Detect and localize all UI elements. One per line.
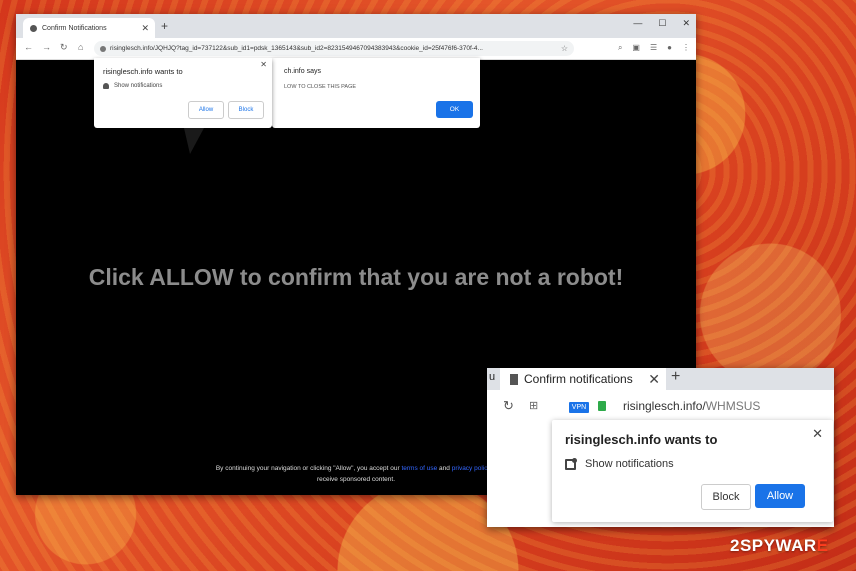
page-headline: Click ALLOW to confirm that you are not … — [88, 264, 624, 290]
inset-permission-popup: risinglesch.info wants to ✕ Show notific… — [552, 420, 833, 522]
menu-icon[interactable]: ⋮ — [682, 43, 690, 53]
inset-address-bar: ↻ ⊞ VPN risinglesch.info/WHMSUS — [487, 394, 834, 420]
watermark-suffix: E — [816, 536, 829, 555]
reload-icon[interactable]: ↻ — [503, 398, 514, 414]
maximize-icon[interactable]: ☐ — [658, 18, 666, 29]
notification-icon — [565, 457, 577, 470]
address-text: risinglesch.info/JQHJQ?tag_id=737122&sub… — [110, 45, 483, 52]
tab-title: Confirm Notifications — [42, 24, 107, 32]
permission-text: Show notifications — [114, 83, 163, 89]
bookmark-star-icon[interactable]: ☆ — [561, 44, 568, 53]
inset-tab-title: Confirm notifications — [524, 372, 633, 386]
close-icon[interactable]: ✕ — [812, 426, 823, 442]
back-icon[interactable]: ← — [24, 42, 33, 52]
tab-confirm-notifications[interactable]: Confirm Notifications ✕ — [23, 18, 155, 38]
url-domain: risinglesch.info/ — [623, 399, 706, 413]
lock-icon — [598, 401, 606, 411]
address-row: ← → ↻ ⌂ risinglesch.info/JQHJQ?tag_id=73… — [16, 38, 696, 60]
bell-icon — [103, 83, 109, 89]
spyware-watermark: 2SPYWARE — [730, 536, 829, 556]
arrow-pointer — [184, 128, 204, 154]
close-icon[interactable]: ✕ — [260, 60, 267, 69]
footer-line-2: receive sponsored content. — [316, 476, 396, 483]
globe-icon — [30, 24, 37, 32]
block-button[interactable]: Block — [228, 101, 264, 119]
site-info-icon[interactable] — [100, 45, 106, 52]
watermark-middle: SPYWAR — [739, 536, 817, 555]
ok-button[interactable]: OK — [436, 101, 473, 118]
window-controls: — ☐ ✕ — [633, 18, 690, 29]
zoom-icon[interactable]: ⌕ — [618, 43, 622, 53]
url-path: WHMSUS — [705, 399, 761, 413]
permission-title: risinglesch.info wants to — [103, 67, 183, 76]
bookmarks-icon[interactable]: ☰ — [650, 43, 657, 53]
address-bar[interactable]: risinglesch.info/JQHJQ?tag_id=737122&sub… — [94, 41, 574, 56]
reload-icon[interactable]: ↻ — [60, 42, 68, 53]
extension-icon[interactable]: ▣ — [632, 43, 640, 53]
inset-block-button[interactable]: Block — [701, 484, 751, 510]
vpn-badge[interactable]: VPN — [569, 402, 589, 413]
new-tab-icon[interactable]: + — [161, 19, 168, 33]
new-tab-icon[interactable]: + — [671, 368, 680, 386]
home-icon[interactable]: ⌂ — [78, 42, 83, 52]
close-tab-icon[interactable]: ✕ — [141, 23, 149, 34]
inset-url[interactable]: risinglesch.info/WHMSUS — [623, 399, 760, 413]
watermark-prefix: 2 — [730, 536, 740, 555]
toolbar-icons: ⌕ ▣ ☰ ● ⋮ — [618, 43, 690, 53]
document-icon — [510, 373, 518, 385]
inset-permission-text: Show notifications — [585, 458, 674, 470]
partial-tab-label: u — [489, 371, 496, 383]
notification-permission-popup: risinglesch.info wants to ✕ Show notific… — [94, 58, 272, 128]
inset-tab-bar: u Confirm notifications ✕ + — [487, 368, 834, 390]
tab-bar: Confirm Notifications ✕ + — ☐ ✕ — [16, 14, 696, 38]
minimize-icon[interactable]: — — [633, 18, 642, 29]
permission-row: Show notifications — [103, 83, 162, 89]
dialog-message: LOW TO CLOSE THIS PAGE — [284, 84, 357, 90]
footer-and: and — [439, 465, 450, 472]
apps-grid-icon[interactable]: ⊞ — [529, 399, 538, 412]
dialog-title: ch.info says — [284, 68, 321, 75]
inset-permission-row: Show notifications — [565, 457, 674, 470]
forward-icon[interactable]: → — [42, 42, 51, 52]
close-window-icon[interactable]: ✕ — [682, 18, 690, 29]
inset-popup-title: risinglesch.info wants to — [565, 432, 718, 447]
close-tab-icon[interactable]: ✕ — [648, 371, 660, 388]
terms-link[interactable]: terms of use — [401, 465, 437, 472]
site-says-dialog: ch.info says LOW TO CLOSE THIS PAGE OK — [272, 58, 480, 128]
allow-button[interactable]: Allow — [188, 101, 224, 119]
footer-text: By continuing your navigation or clickin… — [215, 465, 400, 472]
inset-allow-button[interactable]: Allow — [755, 484, 805, 508]
privacy-link[interactable]: privacy policy — [452, 465, 491, 472]
zoomed-inset: u Confirm notifications ✕ + ↻ ⊞ VPN risi… — [487, 368, 834, 527]
inset-tab[interactable]: Confirm notifications ✕ — [500, 368, 666, 390]
account-icon[interactable]: ● — [667, 43, 672, 53]
